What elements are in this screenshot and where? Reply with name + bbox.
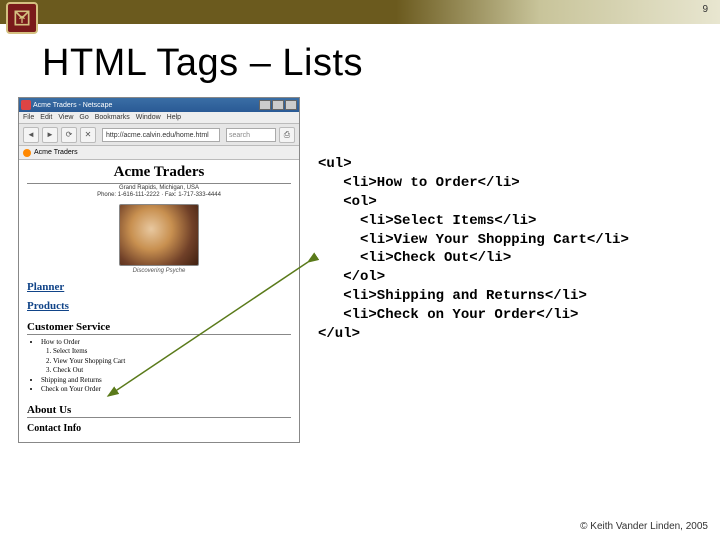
nav-customer-service: Customer Service (27, 321, 291, 335)
back-button[interactable]: ◄ (23, 127, 39, 143)
menu-file[interactable]: File (23, 114, 34, 121)
code-line: <li>Check Out</li> (318, 250, 511, 266)
page-body: Acme Traders Grand Rapids, Michigan, USA… (19, 160, 299, 442)
code-line: </ol> (318, 269, 385, 285)
copyright-footer: © Keith Vander Linden, 2005 (580, 521, 708, 532)
menu-view[interactable]: View (58, 114, 73, 121)
page-number: 9 (702, 4, 708, 15)
nav-about[interactable]: About Us (27, 404, 291, 418)
url-bar[interactable]: http://acme.calvin.edu/home.html (102, 128, 220, 142)
browser-screenshot: Acme Traders - Netscape File Edit View G… (18, 97, 300, 443)
code-line: <li>Select Items</li> (318, 213, 536, 229)
tab-label[interactable]: Acme Traders (34, 149, 78, 156)
browser-toolbar: ◄ ► ⟳ ✕ http://acme.calvin.edu/home.html… (19, 124, 299, 146)
customer-service-list: How to Order Select Items View Your Shop… (41, 338, 291, 395)
menu-edit[interactable]: Edit (40, 114, 52, 121)
browser-titlebar: Acme Traders - Netscape (19, 98, 299, 112)
menu-bookmarks[interactable]: Bookmarks (95, 114, 130, 121)
maximize-button[interactable] (272, 100, 284, 110)
hero-image (119, 204, 199, 266)
forward-button[interactable]: ► (42, 127, 58, 143)
code-snippet: <ul> <li>How to Order</li> <ol> <li>Sele… (318, 155, 629, 344)
list-item: Check on Your Order (41, 385, 291, 394)
slide-topbar: 9 (0, 0, 720, 24)
stop-button[interactable]: ✕ (80, 127, 96, 143)
list-item: View Your Shopping Cart (53, 357, 291, 366)
site-phone: Phone: 1-616-111-2222 · Fax: 1-717-333-4… (27, 192, 291, 198)
site-title: Acme Traders (27, 164, 291, 184)
nav-planner[interactable]: Planner (27, 281, 291, 293)
tab-icon (23, 149, 31, 157)
close-button[interactable] (285, 100, 297, 110)
nav-products[interactable]: Products (27, 300, 291, 312)
search-box[interactable]: search (226, 128, 276, 142)
code-line: <ol> (318, 194, 377, 210)
list-item: Check Out (53, 366, 291, 375)
code-line: <li>View Your Shopping Cart</li> (318, 232, 629, 248)
site-subtitle: Grand Rapids, Michigan, USA (27, 185, 291, 191)
menu-go[interactable]: Go (79, 114, 88, 121)
minimize-button[interactable] (259, 100, 271, 110)
code-line: </ul> (318, 326, 360, 342)
app-icon (21, 100, 31, 110)
list-item: How to Order (41, 338, 291, 347)
code-line: <li>Check on Your Order</li> (318, 307, 578, 323)
code-line: <li>Shipping and Returns</li> (318, 288, 587, 304)
print-button[interactable]: ⎙ (279, 127, 295, 143)
menu-window[interactable]: Window (136, 114, 161, 121)
list-item: Shipping and Returns (41, 376, 291, 385)
window-title: Acme Traders - Netscape (33, 102, 112, 109)
code-line: <ul> (318, 156, 352, 172)
reload-button[interactable]: ⟳ (61, 127, 77, 143)
code-line: <li>How to Order</li> (318, 175, 520, 191)
browser-menubar: File Edit View Go Bookmarks Window Help (19, 112, 299, 124)
browser-tabbar: Acme Traders (19, 146, 299, 160)
menu-help[interactable]: Help (167, 114, 181, 121)
list-item: Select Items (53, 347, 291, 356)
institution-logo (6, 2, 38, 34)
slide-title: HTML Tags – Lists (42, 42, 720, 85)
image-caption: Discovering Psyche (27, 268, 291, 274)
nav-contact[interactable]: Contact Info (27, 423, 291, 434)
